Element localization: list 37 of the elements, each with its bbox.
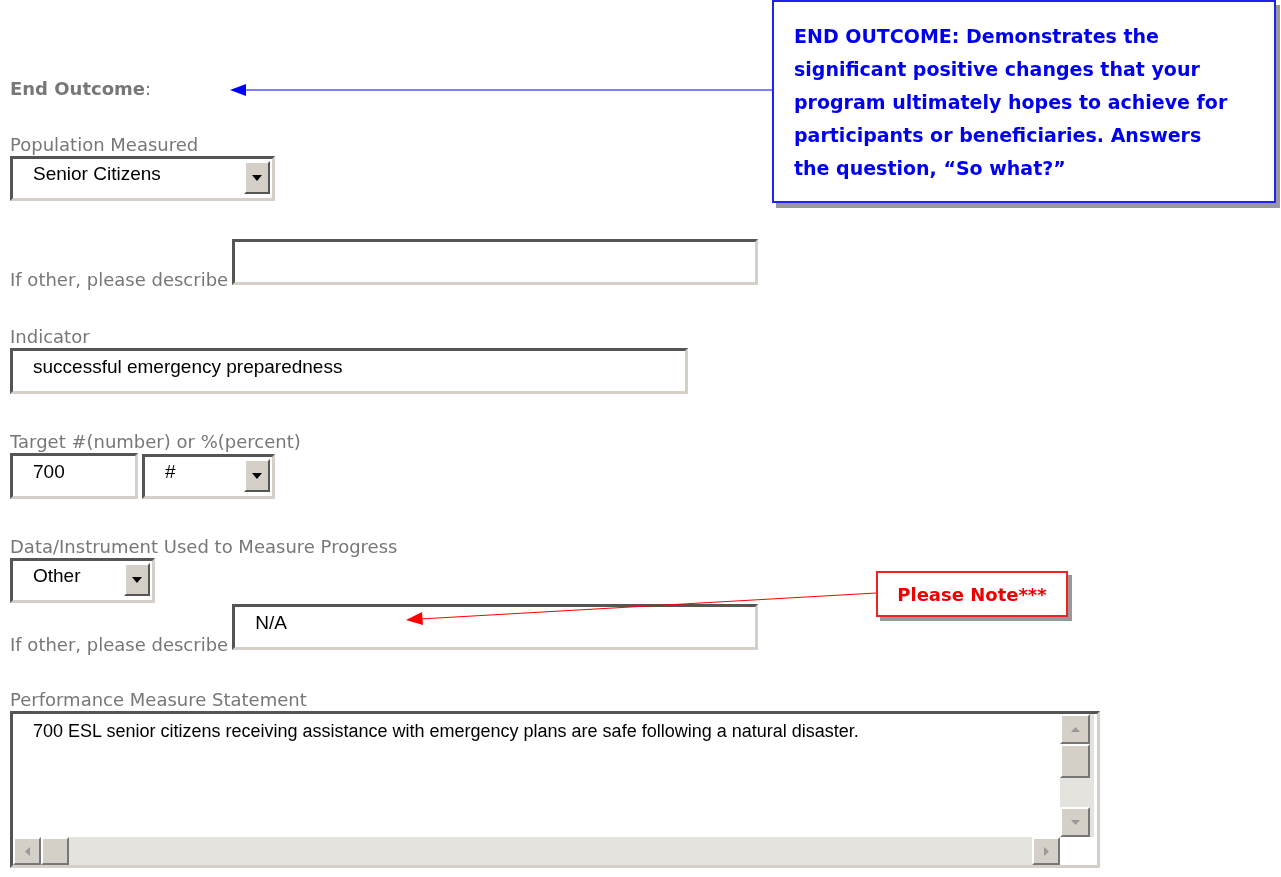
horizontal-scrollbar[interactable] xyxy=(13,837,1060,865)
vertical-scrollbar[interactable] xyxy=(1060,714,1094,837)
up-arrow-icon xyxy=(1070,726,1080,732)
left-arrow-icon xyxy=(24,846,30,856)
caret-icon xyxy=(252,472,262,479)
dropdown-button[interactable] xyxy=(124,563,150,596)
down-arrow-icon xyxy=(1070,819,1080,825)
indicator-field[interactable]: successful emergency preparedness xyxy=(10,348,688,394)
instrument-select[interactable]: Other xyxy=(10,558,155,603)
field-label: Indicator xyxy=(10,326,90,348)
input-field[interactable] xyxy=(232,239,759,285)
field-label: If other, please describe xyxy=(10,269,229,291)
callout-text: END OUTCOME: Demonstrates the significant positive changes that your program ultimately hopes to achieve for participants or beneficiaries. Answers the question, “So what?” xyxy=(794,24,1229,181)
note-text: Please Note*** xyxy=(897,583,1047,605)
field-label: Performance Measure Statement xyxy=(10,689,307,711)
input-field[interactable]: N/A xyxy=(232,604,759,650)
section-label: End Outcome: xyxy=(10,78,152,100)
dropdown-button[interactable] xyxy=(244,161,270,194)
right-arrow-icon xyxy=(1043,846,1049,856)
population-select[interactable]: Senior Citizens xyxy=(10,156,275,201)
scroll-down-button[interactable] xyxy=(1060,807,1090,837)
statement-text: 700 ESL senior citizens receiving assistance with emergency plans are safe following a natural disaster. xyxy=(33,720,859,742)
scroll-up-button[interactable] xyxy=(1060,714,1090,744)
caret-icon xyxy=(252,174,262,181)
dropdown-button[interactable] xyxy=(244,459,270,492)
statement-textarea[interactable]: 700 ESL senior citizens receiving assistance with emergency plans are safe following a natural disaster. xyxy=(10,711,1100,868)
caret-icon xyxy=(132,576,142,583)
unit-select[interactable]: # xyxy=(142,454,275,499)
scroll-left-button[interactable] xyxy=(13,837,41,865)
field-label: Population Measured xyxy=(10,134,199,156)
field-label: If other, please describe xyxy=(10,634,229,656)
scroll-right-button[interactable] xyxy=(1032,837,1060,865)
target-field[interactable]: 700 xyxy=(10,453,138,499)
field-label: Data/Instrument Used to Measure Progress xyxy=(10,536,398,558)
scroll-thumb[interactable] xyxy=(41,837,69,865)
scroll-thumb[interactable] xyxy=(1060,744,1090,778)
field-label: Target #(number) or %(percent) xyxy=(10,431,301,453)
